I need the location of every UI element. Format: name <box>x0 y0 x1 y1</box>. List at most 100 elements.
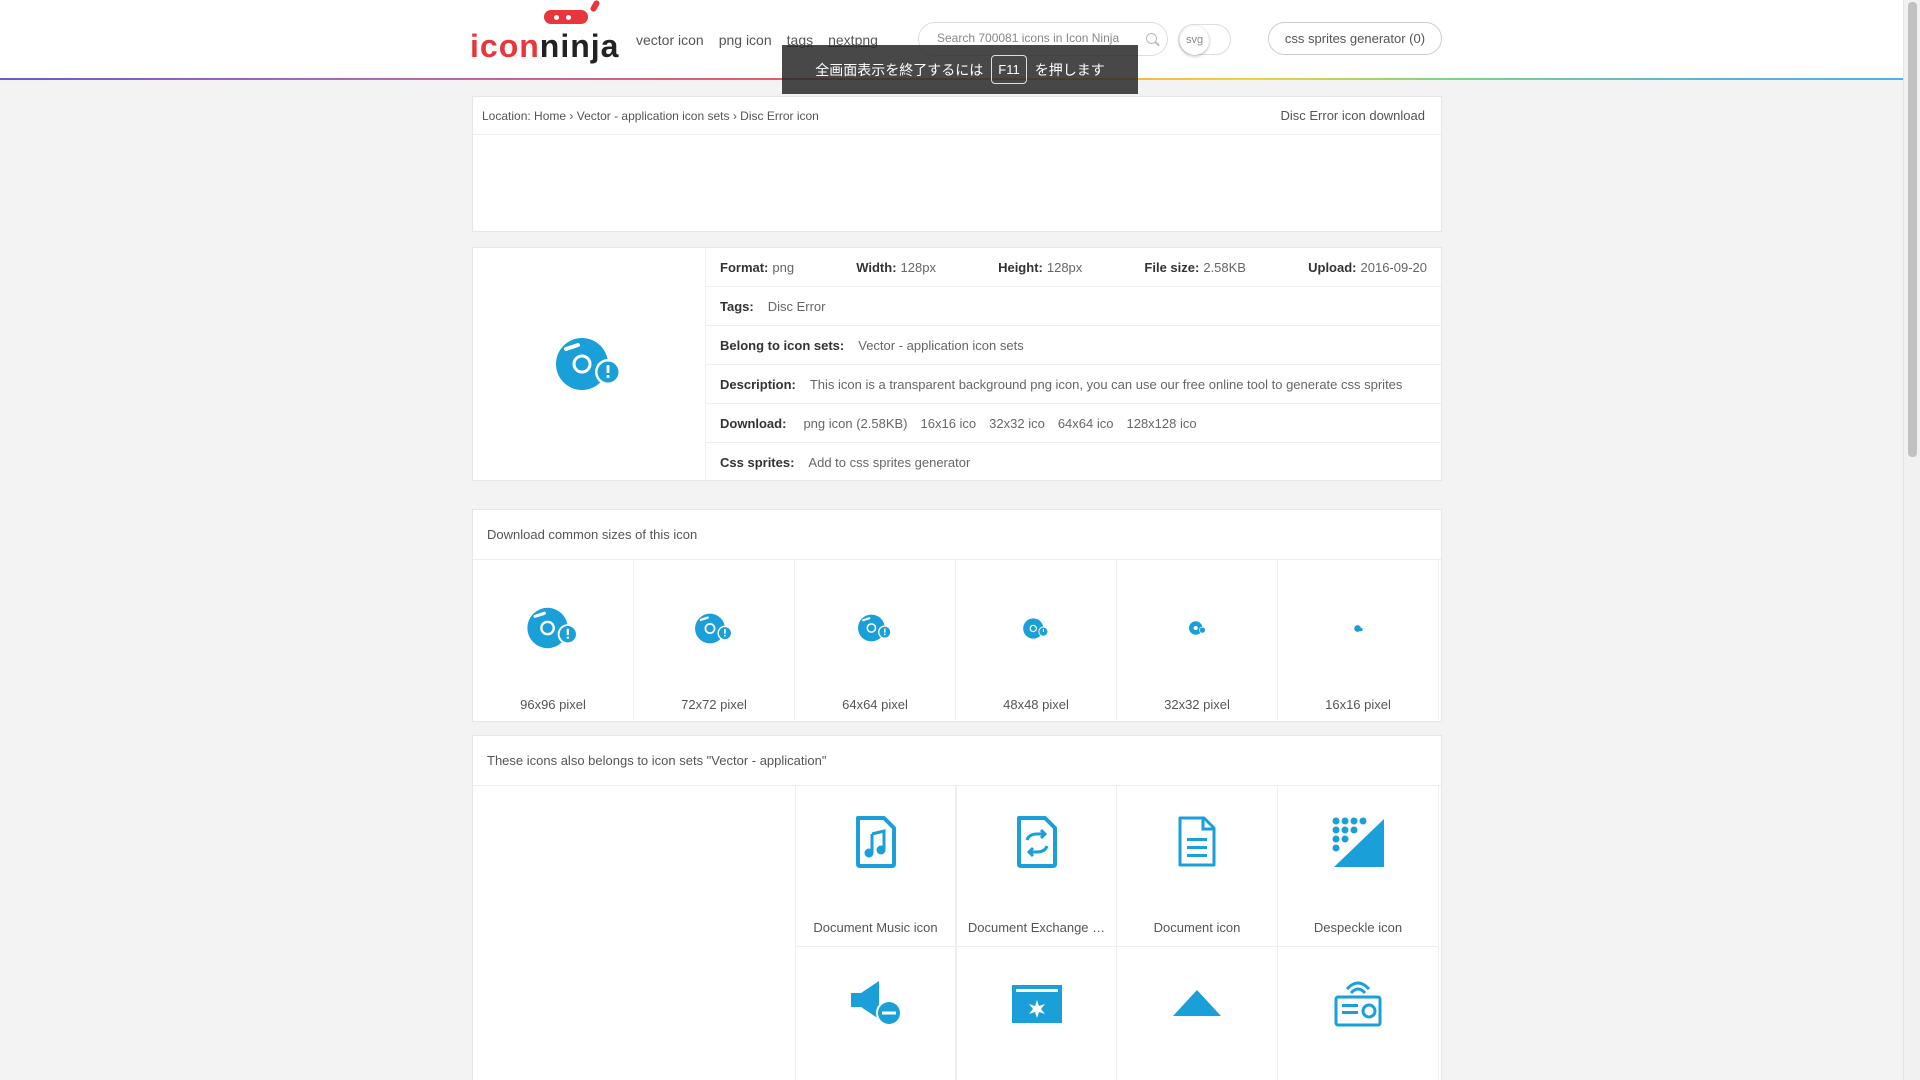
page-title: Disc Error icon download <box>1280 108 1425 123</box>
format-value: png <box>772 259 795 275</box>
download-ico-128-link[interactable]: 128x128 ico <box>1126 416 1196 431</box>
size-label: 32x32 pixel <box>1164 697 1230 712</box>
related-icon-label: Despeckle icon <box>1313 920 1403 935</box>
description-label: Description: <box>720 376 796 392</box>
size-label: 96x96 pixel <box>520 697 586 712</box>
nav-png-icon[interactable]: png icon <box>719 32 772 48</box>
download-ico-16-link[interactable]: 16x16 ico <box>921 416 977 431</box>
search-input[interactable] <box>937 31 1137 45</box>
breadcrumb-home[interactable]: Home <box>534 109 566 123</box>
f11-key: F11 <box>991 55 1027 84</box>
radio-icon <box>1334 981 1382 1027</box>
disc-error-icon <box>1353 624 1363 632</box>
width-value: 128px <box>900 259 936 275</box>
disc-error-icon <box>1188 621 1206 635</box>
related-icon-cell[interactable] <box>956 947 1117 1080</box>
location-label: Location: <box>482 108 531 123</box>
related-icon-cell[interactable]: Document Music icon <box>795 786 956 947</box>
download-ico-64-link[interactable]: 64x64 ico <box>1058 416 1114 431</box>
fullscreen-notice-text-after: を押します <box>1034 61 1105 78</box>
upload-label: Upload: <box>1308 259 1357 275</box>
related-icons-title: These icons also belongs to icon sets "V… <box>473 736 1441 786</box>
fullscreen-notice-text-before: 全画面表示を終了するには <box>815 61 984 78</box>
svg-toggle[interactable]: svg <box>1178 24 1231 55</box>
size-label: 16x16 pixel <box>1325 697 1391 712</box>
icon-set-link[interactable]: Vector - application icon sets <box>858 338 1023 353</box>
width-label: Width: <box>856 259 897 275</box>
css-sprites-label: Css sprites: <box>720 454 795 470</box>
related-icon-cell[interactable]: Document Exchange … <box>956 786 1117 947</box>
download-png-link[interactable]: png icon (2.58KB) <box>803 416 907 431</box>
css-sprites-generator-button[interactable]: css sprites generator (0) <box>1268 22 1442 55</box>
height-value: 128px <box>1046 259 1083 275</box>
folder-burst-icon <box>1011 985 1062 1023</box>
logo-mask-tie <box>589 0 601 13</box>
triangle-up-icon <box>1173 990 1221 1016</box>
description-row: Description: This icon is a transparent … <box>706 365 1441 404</box>
upload-value: 2016-09-20 <box>1360 259 1428 275</box>
height-label: Height: <box>998 259 1043 275</box>
related-icon-cell[interactable] <box>1278 947 1439 1080</box>
logo-text-ninja: ninja <box>539 28 620 64</box>
breadcrumb: Location: Home › Vector - application ic… <box>473 97 1441 135</box>
css-sprites-row: Css sprites: Add to css sprites generato… <box>706 443 1441 481</box>
breadcrumb-current[interactable]: Disc Error icon <box>740 109 819 123</box>
logo-text-icon: icon <box>470 28 540 64</box>
disc-error-icon <box>858 614 892 642</box>
meta-row: Format: png Width: 128px Height: 128px File… <box>706 248 1441 287</box>
description-text: This icon is a transparent background pn… <box>809 376 1403 392</box>
disc-error-icon <box>695 613 733 643</box>
size-cell-16[interactable]: 16x16 pixel <box>1278 560 1439 720</box>
disc-error-icon <box>556 338 621 390</box>
size-cell-48[interactable]: 48x48 pixel <box>956 560 1117 720</box>
related-icons-panel: These icons also belongs to icon sets "V… <box>472 735 1442 1080</box>
fullscreen-exit-notice: 全画面表示を終了するには F11 を押します <box>782 45 1138 94</box>
download-label: Download: <box>720 415 787 431</box>
file-size-value: 2.58KB <box>1203 259 1246 275</box>
size-label: 64x64 pixel <box>842 697 908 712</box>
download-ico-32-link[interactable]: 32x32 ico <box>989 416 1045 431</box>
disc-error-icon <box>527 607 578 649</box>
logo-ninja-mask <box>544 10 588 24</box>
tag-disc-error[interactable]: Disc Error <box>768 299 826 314</box>
related-icon-label: Document Exchange … <box>967 920 1106 935</box>
document-music-icon <box>855 816 896 868</box>
svg-toggle-label: svg <box>1180 26 1209 55</box>
size-label: 72x72 pixel <box>681 697 747 712</box>
related-icon-label: Document icon <box>1153 920 1241 935</box>
scrollbar-thumb[interactable] <box>1908 2 1917 457</box>
icon-sets-label: Belong to icon sets: <box>720 337 845 353</box>
related-icon-cell[interactable]: Despeckle icon <box>1278 786 1439 947</box>
size-cell-72[interactable]: 72x72 pixel <box>634 560 795 720</box>
document-icon <box>1178 816 1216 867</box>
common-sizes-title: Download common sizes of this icon <box>473 510 1441 560</box>
related-icon-cell[interactable] <box>795 947 956 1080</box>
download-row: Download: png icon (2.58KB) 16x16 ico 32… <box>706 404 1441 443</box>
related-icon-cell[interactable] <box>1117 947 1278 1080</box>
speaker-minus-icon <box>850 981 902 1026</box>
icon-preview <box>473 248 706 480</box>
related-icon-cell[interactable]: Document icon <box>1117 786 1278 947</box>
nav-vector-icon[interactable]: vector icon <box>636 32 704 48</box>
document-exchange-icon <box>1016 816 1057 868</box>
size-label: 48x48 pixel <box>1003 697 1069 712</box>
search-icon[interactable] <box>1146 33 1157 44</box>
page-scrollbar[interactable] <box>1903 0 1920 1080</box>
add-to-css-sprites-link[interactable]: Add to css sprites generator <box>808 455 970 470</box>
size-cell-32[interactable]: 32x32 pixel <box>1117 560 1278 720</box>
size-cell-96[interactable]: 96x96 pixel <box>473 560 634 720</box>
format-label: Format: <box>720 259 769 275</box>
common-sizes-panel: Download common sizes of this icon 96x96… <box>472 509 1442 722</box>
tags-label: Tags: <box>720 298 754 314</box>
icon-detail-panel: Format: png Width: 128px Height: 128px File… <box>472 247 1442 481</box>
icon-sets-row: Belong to icon sets: Vector - applicatio… <box>706 326 1441 365</box>
file-size-label: File size: <box>1144 259 1200 275</box>
despeckle-icon <box>1332 817 1384 867</box>
related-icon-label: Document Music icon <box>813 920 938 935</box>
tags-row: Tags: Disc Error <box>706 287 1441 326</box>
breadcrumb-icon-set[interactable]: Vector - application icon sets <box>577 109 730 123</box>
size-cell-64[interactable]: 64x64 pixel <box>795 560 956 720</box>
location-panel: Location: Home › Vector - application ic… <box>472 96 1442 232</box>
disc-error-icon <box>1023 617 1049 639</box>
site-logo[interactable]: iconninja <box>470 0 620 64</box>
